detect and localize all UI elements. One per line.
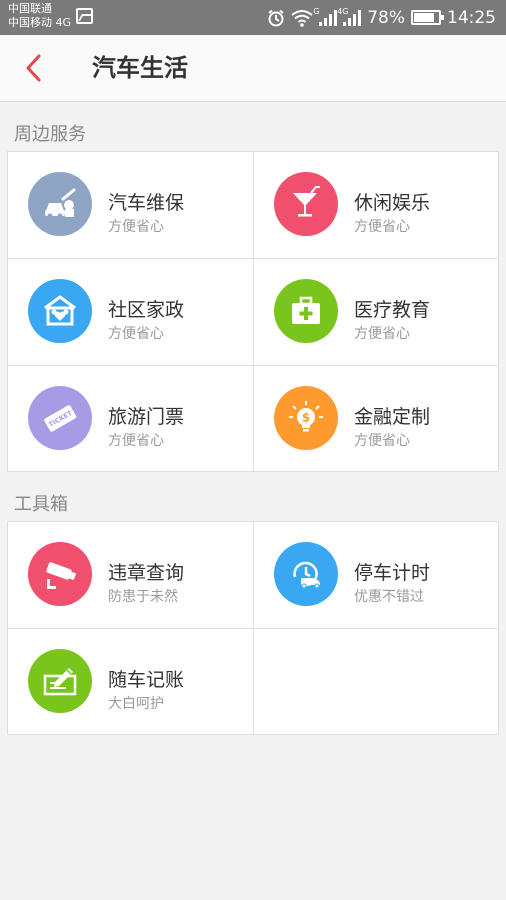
service-travel-tickets[interactable]: TICKET 旅游门票 方便省心 (8, 366, 253, 472)
page-title: 汽车生活 (92, 54, 188, 82)
back-button[interactable] (20, 53, 50, 83)
service-title: 汽车维保 (108, 192, 185, 214)
medical-kit-icon (274, 279, 338, 343)
service-medical-education[interactable]: 医疗教育 方便省心 (254, 259, 499, 365)
service-subtitle: 方便省心 (354, 433, 410, 449)
tool-subtitle: 防患于未然 (108, 589, 178, 605)
camera-icon (28, 542, 92, 606)
service-subtitle: 方便省心 (354, 219, 410, 235)
service-car-maintenance[interactable]: 汽车维保 方便省心 (8, 152, 253, 258)
money-bulb-icon: $ (274, 386, 338, 450)
service-title: 医疗教育 (354, 299, 431, 321)
signal-1-icon: G (313, 7, 338, 26)
ticket-icon: TICKET (28, 386, 92, 450)
tool-title: 违章查询 (108, 562, 185, 584)
section-title-nearby: 周边服务 (14, 124, 86, 145)
signal-1-tag: G (313, 6, 320, 16)
service-subtitle: 方便省心 (354, 326, 410, 342)
section-title-tools: 工具箱 (14, 494, 68, 515)
service-title: 旅游门票 (108, 406, 185, 428)
tool-parking-timer[interactable]: 停车计时 优惠不错过 (254, 522, 499, 628)
wifi-icon (291, 9, 313, 27)
app-header: 汽车生活 (0, 35, 506, 102)
svg-text:$: $ (302, 411, 310, 425)
cocktail-icon (274, 172, 338, 236)
service-community-housekeeping[interactable]: 社区家政 方便省心 (8, 259, 253, 365)
notebook-pen-icon (28, 649, 92, 713)
service-finance[interactable]: $ 金融定制 方便省心 (254, 366, 499, 472)
service-subtitle: 方便省心 (108, 219, 164, 235)
service-title: 金融定制 (354, 406, 431, 428)
toolbox-grid: 违章查询 防患于未然 停车计时 优惠不错过 随车记账 大白呵护 (7, 521, 499, 735)
service-leisure[interactable]: 休闲娱乐 方便省心 (254, 152, 499, 258)
car-repair-icon (28, 172, 92, 236)
clock: 14:25 (447, 7, 496, 28)
empty-cell (254, 629, 499, 735)
tool-subtitle: 大白呵护 (108, 696, 164, 712)
carrier-1: 中国联通 (8, 2, 52, 15)
signal-2-tag: 4G (337, 6, 349, 16)
signal-2-icon: 4G (337, 7, 362, 26)
service-subtitle: 方便省心 (108, 326, 164, 342)
carrier-2: 中国移动 4G (8, 16, 72, 29)
status-bar: 中国联通 中国移动 4G G 4G 78% 14:25 (0, 0, 506, 35)
battery-icon (411, 10, 444, 25)
carrier-info: 中国联通 中国移动 4G (8, 2, 71, 30)
tool-car-accounting[interactable]: 随车记账 大白呵护 (8, 629, 253, 735)
family-house-icon (28, 279, 92, 343)
tool-title: 停车计时 (354, 562, 431, 584)
alarm-icon (267, 9, 285, 27)
service-title: 社区家政 (108, 299, 185, 321)
tool-subtitle: 优惠不错过 (354, 589, 424, 605)
tool-title: 随车记账 (108, 669, 185, 691)
chevron-left-icon (26, 54, 41, 82)
parking-timer-icon (274, 542, 338, 606)
nearby-services-grid: 汽车维保 方便省心 休闲娱乐 方便省心 社区家政 方便省心 医疗教育 方便省心 … (7, 151, 499, 472)
tool-violation-query[interactable]: 违章查询 防患于未然 (8, 522, 253, 628)
battery-percent: 78% (367, 7, 405, 28)
service-subtitle: 方便省心 (108, 433, 164, 449)
image-notification-icon (76, 8, 93, 24)
service-title: 休闲娱乐 (354, 192, 431, 214)
